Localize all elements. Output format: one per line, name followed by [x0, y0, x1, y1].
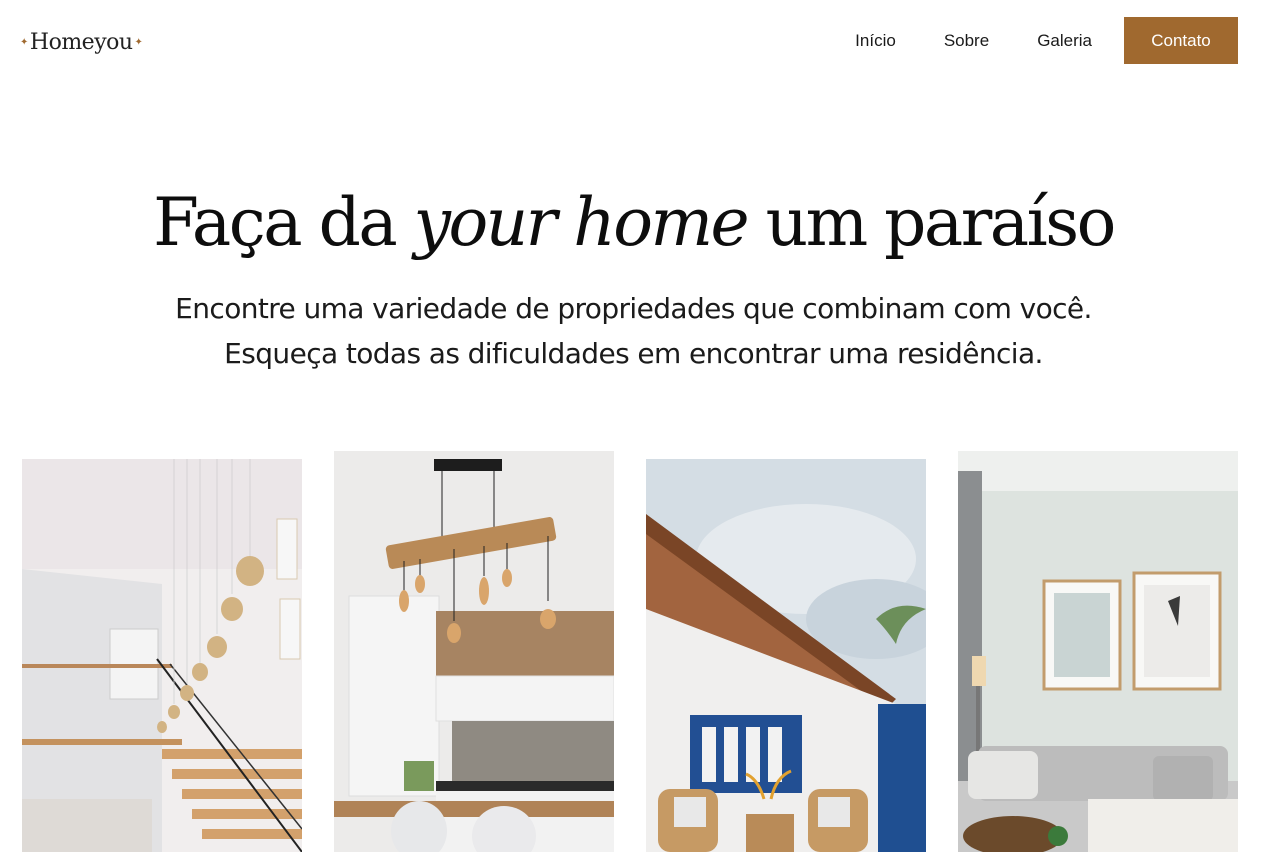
kitchen-pendant-lamp-photo: [334, 451, 614, 852]
main-nav: Início Sobre Galeria Contato: [855, 17, 1238, 64]
headline-part-3: um paraíso: [765, 184, 1117, 261]
living-room-sofa-frames-photo: [958, 451, 1238, 852]
house-patio-rattan-chairs-photo: [646, 459, 926, 852]
contact-button[interactable]: Contato: [1124, 17, 1238, 64]
hero-subtitle-line-1: Encontre uma variedade de propriedades q…: [175, 292, 1092, 325]
logo[interactable]: ✦ Homeyou ✦: [20, 28, 143, 56]
nav-inicio[interactable]: Início: [855, 31, 896, 51]
nav-galeria[interactable]: Galeria: [1037, 31, 1092, 51]
staircase-pendant-lights-photo: [22, 459, 302, 852]
nav-sobre[interactable]: Sobre: [944, 31, 989, 51]
headline-part-1: Faça da: [153, 184, 398, 261]
hero-headline: Faça da your home um paraíso: [0, 178, 1267, 268]
headline-italic: your home: [413, 184, 750, 261]
hero-subtitle-line-2: Esqueça todas as dificuldades em encontr…: [224, 337, 1043, 370]
logo-text: Homeyou: [29, 29, 133, 55]
logo-star-icon: ✦: [134, 36, 143, 48]
logo-star-icon: ✦: [20, 36, 28, 48]
